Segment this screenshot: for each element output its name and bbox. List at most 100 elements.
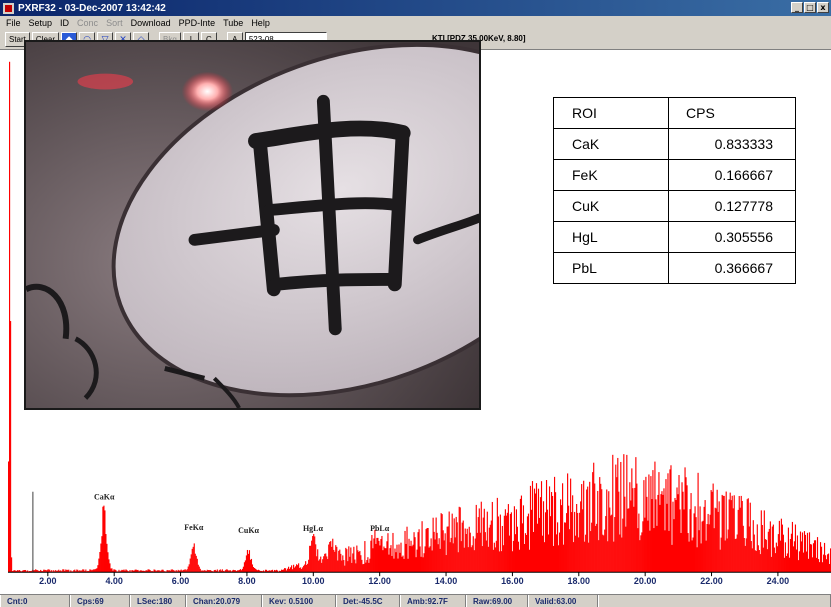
spectrum-bar	[618, 491, 620, 573]
menu-setup[interactable]: Setup	[25, 18, 57, 28]
spectrum-bar	[779, 540, 781, 573]
spectrum-bar	[302, 567, 304, 573]
spectrum-bar	[552, 545, 555, 573]
spectrum-bar	[698, 530, 700, 573]
spectrum-bar	[471, 545, 473, 573]
spectrum-bar	[824, 555, 827, 573]
spectrum-bar	[799, 531, 802, 573]
spectrum-bar	[390, 545, 392, 573]
menu-id[interactable]: ID	[56, 18, 73, 28]
spectrum-bar	[482, 517, 484, 573]
menu-help[interactable]: Help	[247, 18, 274, 28]
spectrum-bar	[380, 539, 382, 573]
spectrum-bar	[298, 563, 300, 573]
spectrum-bar	[584, 541, 586, 573]
spectrum-bar	[419, 546, 421, 573]
spectrum-bar	[101, 536, 103, 573]
spectrum-bar	[418, 529, 420, 573]
spectrum-bar	[722, 495, 724, 573]
spectrum-bar	[603, 535, 605, 573]
spectrum-bar	[340, 553, 342, 573]
spectrum-bar	[369, 558, 371, 573]
spectrum-bar	[306, 564, 308, 573]
minimize-icon[interactable]: _	[791, 2, 803, 13]
cps-cell: 0.833333	[668, 128, 796, 160]
spectrum-bar	[296, 564, 298, 573]
spectrum-bar	[623, 454, 625, 573]
spectrum-bar	[241, 568, 243, 573]
close-icon[interactable]: x	[817, 2, 829, 13]
spectrum-bar	[514, 534, 516, 573]
spectrum-bar	[484, 532, 486, 573]
spectrum-bar	[625, 526, 627, 573]
spectrum-bar	[724, 540, 726, 573]
spectrum-bar	[295, 566, 297, 573]
spectrum-bar	[586, 489, 588, 573]
spectrum-bar	[800, 541, 803, 573]
spectrum-bar	[751, 548, 753, 573]
spectrum-bar	[652, 470, 654, 573]
spectrum-bar	[780, 518, 782, 573]
spectrum-bar	[760, 510, 762, 573]
menu-ppd-inte[interactable]: PPD-Inte	[175, 18, 220, 28]
maximize-icon[interactable]: □	[804, 2, 816, 13]
spectrum-bar	[293, 564, 295, 573]
spectrum-bar	[352, 553, 354, 573]
menu-download[interactable]: Download	[127, 18, 175, 28]
status-kev: Kev: 0.5100	[262, 595, 336, 607]
spectrum-bar	[676, 487, 678, 573]
spectrum-bar	[197, 564, 199, 573]
spectrum-bar	[378, 540, 380, 573]
spectrum-bar	[243, 562, 246, 573]
spectrum-bar	[252, 567, 255, 573]
spectrum-bar	[474, 538, 476, 573]
spectrum-bar	[309, 545, 311, 573]
spectrum-bar	[541, 535, 544, 573]
spectrum-bar	[659, 504, 661, 573]
spectrum-bar	[343, 560, 345, 573]
spectrum-bar	[818, 562, 821, 573]
spectrum-bar	[776, 546, 778, 573]
spectrum-bar	[601, 489, 603, 573]
spectrum-bar	[331, 546, 333, 573]
spectrum-bar	[793, 541, 796, 573]
spectrum-bar	[735, 538, 737, 573]
window-controls: _ □ x	[791, 2, 829, 13]
spectrum-bar	[97, 565, 99, 573]
spectrum-bar	[765, 539, 767, 573]
x-tick-label: 12.00	[368, 576, 391, 584]
spectrum-bar	[615, 464, 617, 573]
sample-photo-image	[26, 42, 479, 408]
spectrum-bar	[338, 550, 340, 573]
spectrum-bar	[430, 538, 432, 573]
spectrum-bar	[658, 472, 660, 573]
spectrum-bar	[683, 509, 685, 573]
spectrum-bar	[394, 548, 396, 573]
menu-conc[interactable]: Conc	[73, 18, 102, 28]
spectrum-bar	[465, 534, 467, 573]
spectrum-bar	[728, 499, 730, 573]
menu-sort[interactable]: Sort	[102, 18, 127, 28]
table-row: FeK 0.166667	[553, 159, 796, 191]
spectrum-bar	[510, 512, 512, 573]
spectrum-bar	[433, 531, 435, 573]
spectrum-bar	[110, 568, 112, 573]
spectrum-bar	[550, 492, 553, 573]
spectrum-bar	[787, 527, 789, 573]
x-ticks: 2.00 4.00 6.00 8.00 10.00 12.00 14.00 16.00 18.0…	[39, 572, 789, 584]
roi-cell: FeK	[553, 159, 669, 191]
spectrum-bar	[691, 540, 693, 573]
spectrum-bar	[187, 566, 189, 573]
spectrum-bar	[455, 516, 457, 573]
spectrum-bar	[423, 553, 425, 573]
menu-tube[interactable]: Tube	[219, 18, 247, 28]
spectrum-bar	[253, 567, 256, 573]
spectrum-bar	[497, 516, 499, 573]
spectrum-bar	[815, 557, 818, 573]
menu-bar: File Setup ID Conc Sort Download PPD-Int…	[0, 16, 831, 30]
spectrum-bar	[196, 558, 198, 573]
spectrum-bar	[349, 556, 351, 573]
menu-file[interactable]: File	[2, 18, 25, 28]
spectrum-bar	[682, 491, 684, 573]
spectrum-bar	[334, 551, 336, 573]
